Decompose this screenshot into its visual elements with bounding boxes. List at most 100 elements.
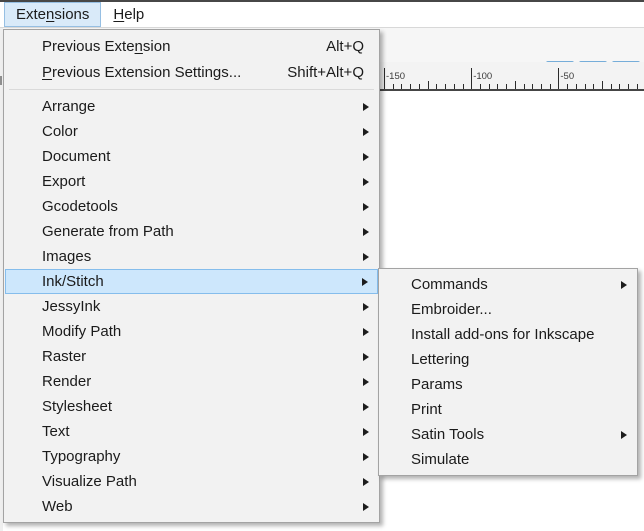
extensions-menu-panel: Previous ExtensionAlt+QPrevious Extensio… bbox=[3, 29, 380, 523]
menu-item-gcodetools[interactable]: Gcodetools bbox=[5, 194, 378, 219]
menu-item-stylesheet[interactable]: Stylesheet bbox=[5, 394, 378, 419]
menu-item-render[interactable]: Render bbox=[5, 369, 378, 394]
menu-item-label: Previous Extension Settings... bbox=[42, 64, 241, 81]
ruler-tick bbox=[436, 84, 437, 89]
menu-item-modify-path[interactable]: Modify Path bbox=[5, 319, 378, 344]
menu-item-label: Document bbox=[42, 148, 110, 165]
ruler-tick-label: -150 bbox=[386, 71, 405, 82]
menubar: ExtensionsHelp bbox=[0, 2, 644, 28]
menu-item-color[interactable]: Color bbox=[5, 119, 378, 144]
ruler-tick bbox=[384, 68, 385, 89]
menu-item-ink-stitch[interactable]: Ink/Stitch bbox=[5, 269, 378, 294]
ruler-tick bbox=[463, 84, 464, 89]
shortcut-label: Alt+Q bbox=[326, 38, 368, 55]
submenu-arrow-icon bbox=[363, 403, 369, 411]
menu-separator bbox=[9, 89, 374, 90]
ruler-tick bbox=[558, 68, 559, 89]
submenu-arrow-icon bbox=[362, 278, 368, 286]
menu-item-previous-extension-settings[interactable]: Previous Extension Settings... Shift+Alt+… bbox=[5, 59, 378, 85]
menu-item-satin-tools[interactable]: Satin Tools bbox=[380, 422, 636, 447]
menu-item-visualize-path[interactable]: Visualize Path bbox=[5, 469, 378, 494]
menu-item-label: Satin Tools bbox=[411, 426, 484, 443]
submenu-arrow-icon bbox=[363, 328, 369, 336]
menu-item-label: Stylesheet bbox=[42, 398, 112, 415]
menu-item-label: Render bbox=[42, 373, 91, 390]
menu-item-label: Text bbox=[42, 423, 70, 440]
ruler-tick bbox=[506, 84, 507, 89]
menu-item-text[interactable]: Text bbox=[5, 419, 378, 444]
menu-item-label: Generate from Path bbox=[42, 223, 174, 240]
menu-item-label: Raster bbox=[42, 348, 86, 365]
menu-item-lettering[interactable]: Lettering bbox=[380, 347, 636, 372]
menu-item-label: Export bbox=[42, 173, 85, 190]
ruler-tick bbox=[410, 84, 411, 89]
submenu-arrow-icon bbox=[363, 453, 369, 461]
menu-item-label: Web bbox=[42, 498, 73, 515]
ruler-tick bbox=[489, 84, 490, 89]
submenu-arrow-icon bbox=[363, 128, 369, 136]
menu-item-previous-extension[interactable]: Previous Extension Alt+Q bbox=[5, 33, 378, 59]
ruler-tick bbox=[428, 81, 429, 89]
menu-item-label: Images bbox=[42, 248, 91, 265]
submenu-arrow-icon bbox=[363, 503, 369, 511]
ruler-tick bbox=[637, 84, 638, 89]
submenu-arrow-icon bbox=[363, 378, 369, 386]
ruler-tick bbox=[585, 84, 586, 89]
submenu-arrow-icon bbox=[621, 431, 627, 439]
ruler-tick bbox=[454, 84, 455, 89]
ruler-tick bbox=[497, 84, 498, 89]
menu-item-install-add-ons-for-inkscape[interactable]: Install add-ons for Inkscape bbox=[380, 322, 636, 347]
ruler-tick bbox=[619, 84, 620, 89]
menu-item-label: Commands bbox=[411, 276, 488, 293]
ruler-tick bbox=[567, 84, 568, 89]
shortcut-label: Shift+Alt+Q bbox=[287, 64, 368, 81]
ruler-tick bbox=[445, 84, 446, 89]
vertical-ruler-edge bbox=[0, 76, 2, 85]
menu-item-label: Previous Extension bbox=[42, 38, 170, 55]
menu-item-commands[interactable]: Commands bbox=[380, 272, 636, 297]
menu-item-web[interactable]: Web bbox=[5, 494, 378, 519]
ruler-tick bbox=[550, 84, 551, 89]
submenu-arrow-icon bbox=[363, 228, 369, 236]
menu-item-generate-from-path[interactable]: Generate from Path bbox=[5, 219, 378, 244]
menu-item-jessyink[interactable]: JessyInk bbox=[5, 294, 378, 319]
ruler-tick bbox=[576, 84, 577, 89]
submenu-arrow-icon bbox=[363, 178, 369, 186]
menu-item-label: Modify Path bbox=[42, 323, 121, 340]
menu-item-label: Color bbox=[42, 123, 78, 140]
menu-item-arrange[interactable]: Arrange bbox=[5, 94, 378, 119]
menu-item-label: Params bbox=[411, 376, 463, 393]
menu-item-label: Typography bbox=[42, 448, 120, 465]
ruler-tick-label: -100 bbox=[473, 71, 492, 82]
ruler-tick bbox=[593, 84, 594, 89]
submenu-arrow-icon bbox=[363, 353, 369, 361]
menu-item-embroider[interactable]: Embroider... bbox=[380, 297, 636, 322]
submenu-arrow-icon bbox=[363, 153, 369, 161]
menu-item-raster[interactable]: Raster bbox=[5, 344, 378, 369]
menu-item-label: Visualize Path bbox=[42, 473, 137, 490]
ruler-tick-label: -50 bbox=[560, 71, 574, 82]
menu-item-export[interactable]: Export bbox=[5, 169, 378, 194]
ruler-tick bbox=[541, 84, 542, 89]
submenu-arrow-icon bbox=[363, 428, 369, 436]
ruler-tick bbox=[628, 84, 629, 89]
ruler-tick bbox=[524, 84, 525, 89]
submenu-arrow-icon bbox=[363, 253, 369, 261]
horizontal-ruler[interactable]: -150 -100 -50 bbox=[380, 62, 644, 91]
menu-item-label: Lettering bbox=[411, 351, 469, 368]
menu-item-label: Simulate bbox=[411, 451, 469, 468]
menu-item-label: Print bbox=[411, 401, 442, 418]
menubar-item-help[interactable]: Help bbox=[101, 2, 156, 27]
submenu-arrow-icon bbox=[363, 303, 369, 311]
menubar-item-extensions[interactable]: Extensions bbox=[4, 2, 101, 27]
ruler-tick bbox=[480, 84, 481, 89]
menu-item-params[interactable]: Params bbox=[380, 372, 636, 397]
menu-item-typography[interactable]: Typography bbox=[5, 444, 378, 469]
menu-item-label: JessyInk bbox=[42, 298, 100, 315]
submenu-arrow-icon bbox=[621, 281, 627, 289]
menu-item-print[interactable]: Print bbox=[380, 397, 636, 422]
menu-item-simulate[interactable]: Simulate bbox=[380, 447, 636, 472]
menu-item-label: Arrange bbox=[42, 98, 95, 115]
menu-item-images[interactable]: Images bbox=[5, 244, 378, 269]
menu-item-document[interactable]: Document bbox=[5, 144, 378, 169]
